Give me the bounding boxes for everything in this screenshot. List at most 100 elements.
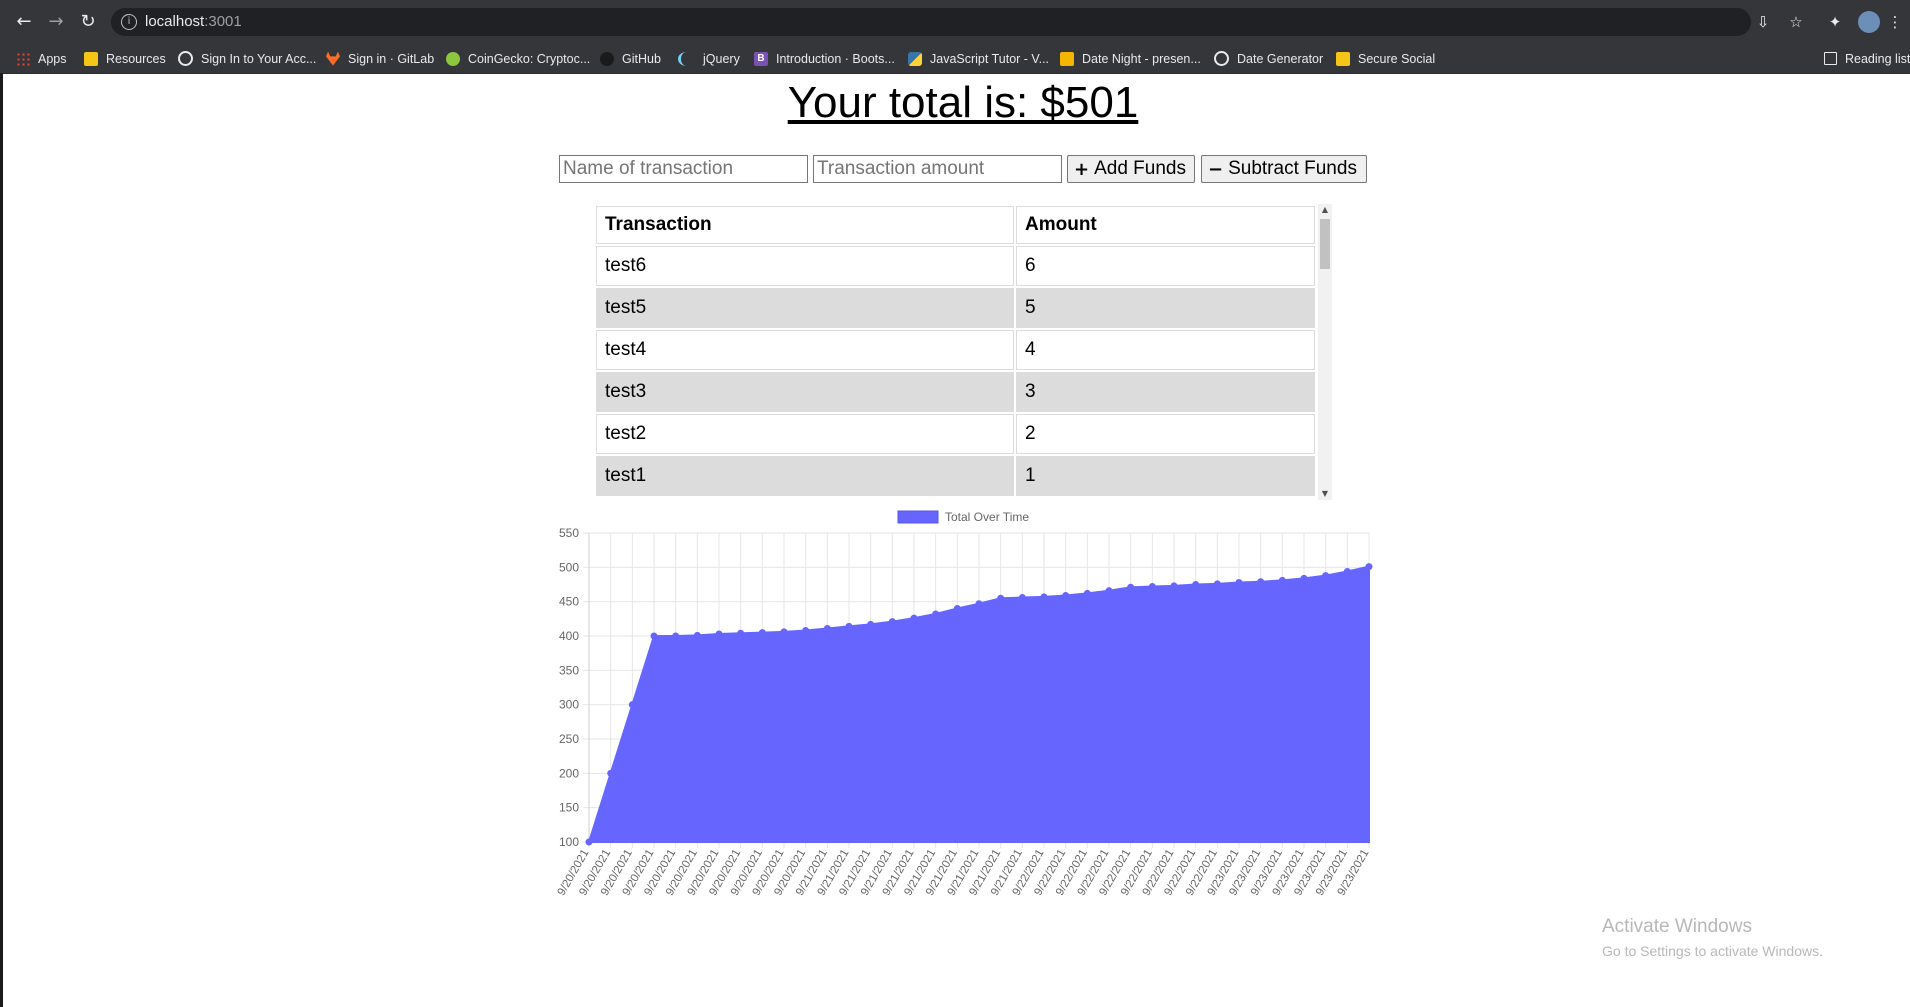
window-edge <box>0 73 3 1007</box>
data-point <box>737 629 745 637</box>
total-area-series <box>587 565 1370 843</box>
data-point <box>1300 574 1308 582</box>
data-point <box>607 769 615 777</box>
python-icon <box>908 51 922 66</box>
bookmark-apps[interactable]: Apps <box>16 44 67 73</box>
extensions-icon[interactable]: ✦ <box>1824 11 1846 33</box>
y-tick-label: 250 <box>559 732 579 746</box>
coingecko-icon <box>446 51 460 66</box>
back-icon[interactable]: ← <box>12 10 36 34</box>
bookmark-date-night[interactable]: Date Night - presen... <box>1060 44 1201 73</box>
data-point <box>1148 583 1156 591</box>
data-point <box>585 838 593 846</box>
minus-icon: − <box>1208 158 1224 180</box>
data-point <box>1257 578 1265 586</box>
transaction-amount-cell: 4 <box>1016 330 1315 370</box>
transactions-table-container[interactable]: Transaction Amount test6 6 test5 5 test4 4 … <box>594 204 1333 500</box>
table-scrollbar-thumb[interactable] <box>1320 219 1330 269</box>
y-tick-label: 450 <box>559 595 579 609</box>
bookmark-star-icon[interactable]: ☆ <box>1785 11 1807 33</box>
add-funds-button[interactable]: + Add Funds <box>1067 155 1195 183</box>
bookmarks-bar: Apps Resources Sign In to Your Acc... Si… <box>0 44 1910 74</box>
subtract-funds-button[interactable]: − Subtract Funds <box>1201 155 1367 183</box>
legend-label: Total Over Time <box>945 510 1029 524</box>
data-point <box>932 610 940 618</box>
column-header-amount: Amount <box>1016 206 1315 244</box>
bookmark-date-generator[interactable]: Date Generator <box>1214 44 1323 73</box>
windows-activation-hint: Go to Settings to activate Windows. <box>1602 943 1823 959</box>
data-point <box>1343 567 1351 575</box>
bookmark-coingecko[interactable]: CoinGecko: Cryptoc... <box>446 44 590 73</box>
y-tick-label: 550 <box>559 526 579 540</box>
transaction-amount-cell: 6 <box>1016 246 1315 286</box>
transaction-name-cell: test6 <box>596 246 1014 286</box>
data-point <box>823 624 831 632</box>
profile-avatar[interactable] <box>1858 11 1880 33</box>
apps-grid-icon <box>16 51 30 66</box>
transaction-amount-input[interactable] <box>813 155 1062 183</box>
data-point <box>693 631 701 639</box>
scroll-up-arrow-icon[interactable]: ▲ <box>1318 204 1332 216</box>
data-point <box>1235 578 1243 586</box>
scroll-down-arrow-icon[interactable]: ▼ <box>1318 488 1332 500</box>
data-point <box>1083 589 1091 597</box>
globe-icon <box>1214 51 1229 66</box>
url-port: :3001 <box>204 13 242 30</box>
transaction-name-cell: test4 <box>596 330 1014 370</box>
data-point <box>1127 583 1135 591</box>
forward-icon[interactable]: → <box>44 10 68 34</box>
data-point <box>628 701 636 709</box>
menu-kebab-icon[interactable]: ⋮ <box>1884 11 1906 33</box>
data-point <box>867 620 875 628</box>
url-host: localhost <box>145 13 205 30</box>
bookmark-gitlab[interactable]: Sign in · GitLab <box>326 44 434 73</box>
data-point <box>845 622 853 630</box>
transaction-name-cell: test1 <box>596 456 1014 496</box>
transaction-name-input[interactable] <box>559 155 808 183</box>
data-point <box>780 628 788 636</box>
install-app-icon[interactable]: ⇩ <box>1752 11 1774 33</box>
y-tick-label: 150 <box>559 801 579 815</box>
bookmark-bootstrap[interactable]: B Introduction · Boots... <box>754 44 895 73</box>
data-point <box>953 605 961 613</box>
table-row: test4 4 <box>596 330 1315 370</box>
transaction-amount-cell: 3 <box>1016 372 1315 412</box>
browser-toolbar: ← → ↻ i localhost:3001 ⇩ ☆ ✦ ⋮ <box>0 0 1910 44</box>
y-tick-label: 100 <box>559 835 579 849</box>
y-tick-label: 500 <box>559 560 579 574</box>
data-point <box>715 630 723 638</box>
data-point <box>910 614 918 622</box>
data-point <box>650 632 658 640</box>
page-title: Your total is: $501 <box>787 78 1139 127</box>
address-bar[interactable]: i localhost:3001 <box>111 8 1751 36</box>
data-point <box>975 600 983 608</box>
reading-list-button[interactable]: Reading list <box>1824 44 1910 73</box>
data-point <box>1062 591 1070 599</box>
y-tick-label: 350 <box>559 663 579 677</box>
bookmark-jquery[interactable]: jQuery <box>678 44 740 73</box>
gitlab-icon <box>326 51 340 66</box>
table-row: test2 2 <box>596 414 1315 454</box>
jquery-icon <box>678 51 695 66</box>
folder-icon <box>84 51 98 66</box>
data-point <box>1105 587 1113 595</box>
folder-icon <box>1336 51 1350 66</box>
site-info-icon[interactable]: i <box>121 14 137 30</box>
reading-list-icon <box>1824 52 1837 65</box>
data-point <box>1192 581 1200 588</box>
data-point <box>1322 572 1330 580</box>
bookmark-sign-in-account[interactable]: Sign In to Your Acc... <box>178 44 316 73</box>
bookmark-secure-social[interactable]: Secure Social <box>1336 44 1435 73</box>
table-header-row: Transaction Amount <box>596 206 1315 244</box>
transaction-name-cell: test3 <box>596 372 1014 412</box>
table-row: test6 6 <box>596 246 1315 286</box>
table-row: test5 5 <box>596 288 1315 328</box>
y-tick-label: 400 <box>559 629 579 643</box>
reload-icon[interactable]: ↻ <box>76 10 100 34</box>
bookmark-resources[interactable]: Resources <box>84 44 166 73</box>
windows-activation-title: Activate Windows <box>1602 916 1752 937</box>
bookmark-github[interactable]: GitHub <box>600 44 661 73</box>
bootstrap-icon: B <box>754 51 768 66</box>
bookmark-javascript-tutor[interactable]: JavaScript Tutor - V... <box>908 44 1049 73</box>
legend-swatch <box>897 510 939 524</box>
